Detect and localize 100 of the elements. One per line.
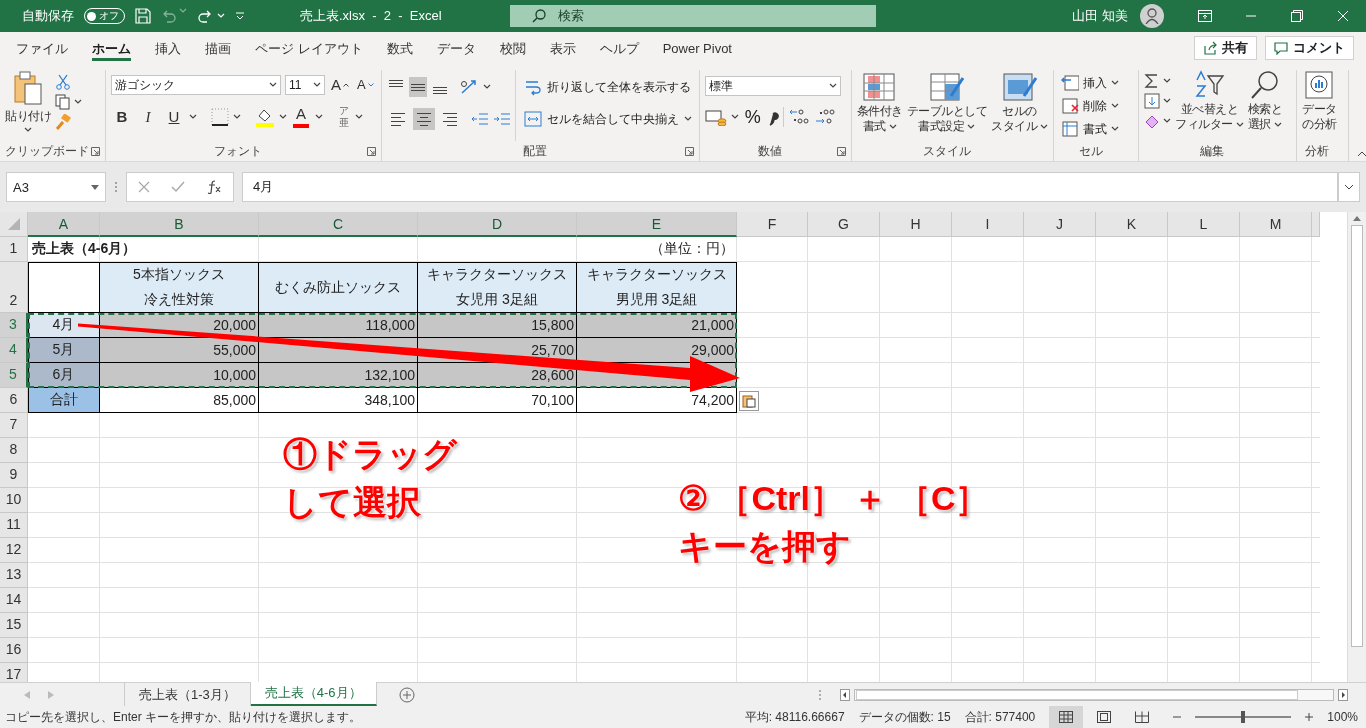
column-header[interactable]: L <box>1168 212 1240 237</box>
formula-field[interactable]: 4月 <box>242 172 1338 202</box>
customize-toolbar-icon[interactable] <box>235 11 245 21</box>
percent-button[interactable]: % <box>742 106 763 128</box>
caret-icon[interactable] <box>888 123 897 130</box>
column-header[interactable]: G <box>808 212 880 237</box>
caret-icon[interactable] <box>1273 121 1282 128</box>
search-field[interactable]: 検索 <box>510 5 876 27</box>
row-header[interactable]: 7 <box>0 413 28 438</box>
scroll-up-icon[interactable] <box>1353 216 1361 221</box>
ribbon-tab[interactable]: 表示 <box>537 32 588 64</box>
caret-icon[interactable] <box>1163 118 1172 124</box>
zoom-level[interactable]: 100% <box>1327 710 1358 724</box>
row-header[interactable]: 8 <box>0 438 28 463</box>
collapse-ribbon-icon[interactable] <box>1357 151 1366 157</box>
column-header[interactable]: D <box>418 212 577 237</box>
caret-icon[interactable] <box>233 114 241 120</box>
column-header[interactable]: C <box>259 212 418 237</box>
row-header[interactable]: 17 <box>0 663 28 682</box>
ribbon-tab[interactable]: ホーム <box>80 32 143 64</box>
dialog-launcher-icon[interactable] <box>836 147 846 156</box>
share-button[interactable]: 共有 <box>1194 36 1257 60</box>
zoom-in-icon[interactable] <box>1305 713 1314 721</box>
caret-icon[interactable] <box>1111 80 1120 86</box>
caret-icon[interactable] <box>1163 78 1172 84</box>
style-gallery-button[interactable]: セルの スタイル <box>991 70 1049 141</box>
ribbon-tab[interactable]: ページ レイアウト <box>243 32 375 64</box>
caret-icon[interactable] <box>1111 103 1120 109</box>
paste-options-button[interactable] <box>739 390 759 411</box>
row-header[interactable]: 13 <box>0 563 28 588</box>
row-header[interactable]: 4 <box>0 338 28 363</box>
row-header[interactable]: 6 <box>0 388 28 413</box>
horizontal-align-button[interactable] <box>412 108 435 130</box>
cells-button[interactable]: 挿入 <box>1059 72 1122 94</box>
down-caret-icon[interactable] <box>367 83 374 87</box>
font-color-button[interactable]: A <box>291 106 311 128</box>
comment-button[interactable]: コメント <box>1265 36 1354 60</box>
number-format-field[interactable]: 標準 <box>704 76 841 96</box>
column-header[interactable]: J <box>1024 212 1096 237</box>
dialog-launcher-icon[interactable] <box>366 147 376 156</box>
ribbon-tab[interactable]: 数式 <box>374 32 425 64</box>
ribbon-tab[interactable]: 挿入 <box>143 32 193 64</box>
caret-icon[interactable] <box>730 114 739 120</box>
sheet-tab[interactable]: 売上表（4-6月） <box>250 682 377 706</box>
close-icon[interactable] <box>1337 10 1349 22</box>
horizontal-scroll-thumb[interactable] <box>856 689 1298 700</box>
row-header[interactable]: 16 <box>0 638 28 663</box>
editing-button[interactable]: 検索と 選択 <box>1247 70 1283 141</box>
ribbon-tab[interactable]: 描画 <box>193 32 243 64</box>
row-header[interactable]: 10 <box>0 488 28 513</box>
redo-icon[interactable] <box>197 8 213 24</box>
name-box[interactable]: A3 <box>6 172 106 202</box>
font-style-button[interactable]: B <box>111 106 133 128</box>
row-header[interactable]: 1 <box>0 237 28 262</box>
ribbon-tab[interactable]: 校閲 <box>487 32 538 64</box>
caret-icon[interactable] <box>24 127 32 133</box>
view-button[interactable] <box>1049 706 1084 728</box>
editing-button[interactable]: 並べ替えと フィルター <box>1175 70 1244 141</box>
caret-icon[interactable] <box>1040 123 1049 130</box>
shrink-font-button[interactable]: A <box>355 74 376 96</box>
phonetic-button[interactable]: ア 亜 <box>337 106 351 128</box>
add-sheet-icon[interactable] <box>398 686 415 703</box>
row-header[interactable]: 5 <box>0 363 28 388</box>
caret-icon[interactable] <box>1235 121 1244 128</box>
column-header[interactable]: B <box>100 212 259 237</box>
scissors-icon[interactable] <box>55 74 71 90</box>
caret-icon[interactable] <box>1111 126 1120 132</box>
row-header[interactable]: 11 <box>0 513 28 538</box>
text-orientation-icon[interactable] <box>458 78 479 96</box>
borders-icon[interactable] <box>211 108 229 126</box>
grow-font-button[interactable]: A <box>329 74 351 96</box>
fill-color-icon[interactable] <box>255 107 275 127</box>
row-header[interactable]: 3 <box>0 313 28 338</box>
insert-function-icon[interactable] <box>206 180 223 194</box>
scroll-right-icon[interactable] <box>1338 688 1348 701</box>
row-header[interactable]: 2 <box>0 262 28 313</box>
style-gallery-button[interactable]: 条件付き 書式 <box>856 70 903 141</box>
save-icon[interactable] <box>135 8 151 24</box>
caret-icon[interactable] <box>828 83 837 89</box>
scroll-left-icon[interactable] <box>840 688 850 701</box>
column-header[interactable]: E <box>577 212 737 237</box>
caret-icon[interactable] <box>313 82 321 88</box>
vertical-align-button[interactable] <box>408 77 427 97</box>
drag-handle-icon[interactable] <box>818 688 822 701</box>
increase-decimal-icon[interactable] <box>787 107 810 127</box>
checkmark-icon[interactable] <box>171 181 185 193</box>
row-header[interactable]: 14 <box>0 588 28 613</box>
ribbon-tab[interactable]: ヘルプ <box>587 32 651 64</box>
caret-icon[interactable] <box>189 114 197 120</box>
style-gallery-button[interactable]: テーブルとして 書式設定 <box>906 70 988 141</box>
caret-icon[interactable] <box>967 123 976 130</box>
clipboard-icon[interactable] <box>13 70 43 106</box>
copy-icon[interactable] <box>55 94 71 110</box>
ribbon-tab[interactable]: データ <box>424 32 488 64</box>
caret-icon[interactable] <box>1163 98 1172 104</box>
caret-icon[interactable] <box>315 114 323 120</box>
caret-icon[interactable] <box>269 82 277 88</box>
expand-caret-icon[interactable] <box>1344 184 1354 190</box>
wrap-text-button[interactable]: 折り返して全体を表示する <box>521 74 694 100</box>
column-header[interactable]: H <box>880 212 952 237</box>
